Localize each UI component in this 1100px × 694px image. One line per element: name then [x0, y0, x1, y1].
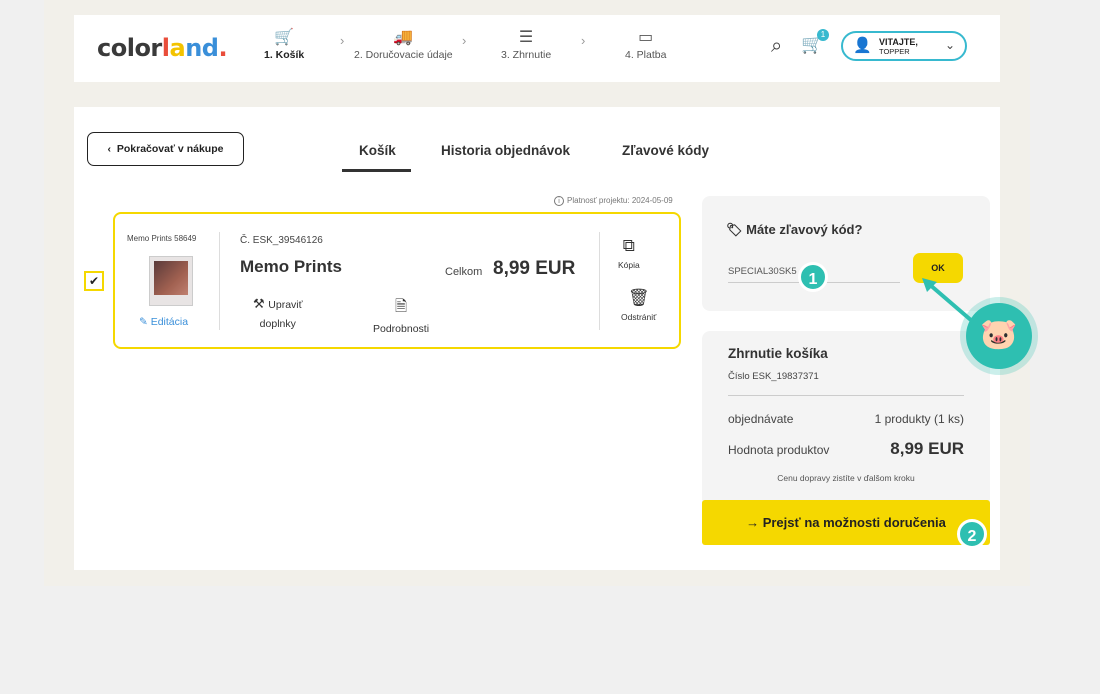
step-cart[interactable]: 🛒 1. Košík	[264, 27, 304, 61]
item-title: Memo Prints	[240, 257, 343, 276]
hammer-icon: ⚒	[253, 296, 269, 311]
logo-text: color	[97, 34, 162, 62]
info-icon: i	[554, 196, 564, 206]
project-validity: i Platnosť projektu: 2024-05-09	[554, 196, 673, 206]
tag-icon: 🏷	[726, 222, 747, 237]
logo-text: l	[161, 34, 170, 62]
card-icon: ▭	[638, 29, 654, 46]
delete-label: Odstrániť	[621, 312, 657, 322]
cart-icon: 🛒	[274, 29, 295, 46]
edit-link[interactable]: ✎ Editácia	[139, 316, 188, 328]
step-badge-2: 2	[957, 519, 987, 549]
user-name: TOPPER	[879, 47, 910, 56]
chevron-left-icon: ‹	[107, 143, 117, 155]
validity-text: Platnosť projektu: 2024-05-09	[567, 196, 673, 205]
item-total-label: Celkom	[445, 266, 483, 278]
tab-cart[interactable]: Košík	[359, 143, 396, 158]
addons-label: doplnky	[259, 318, 296, 330]
list-icon: ☰	[518, 29, 534, 46]
summary-items-label: objednávate	[728, 412, 794, 426]
item-select-checkbox[interactable]: ✔	[84, 271, 104, 291]
addons-label: Upraviť	[268, 299, 303, 311]
step-summary[interactable]: ☰ 3. Zhrnutie	[501, 27, 551, 61]
divider	[728, 395, 964, 396]
user-icon: 👤	[853, 37, 872, 54]
copy-icon: ⧉	[622, 236, 635, 255]
truck-icon: 🚚	[393, 29, 414, 46]
continue-shopping-label: Pokračovať v nákupe	[116, 143, 224, 155]
edit-addons-button[interactable]: ⚒ Upraviť doplnky	[253, 296, 303, 330]
top-header: colorland. 🛒 1. Košík › 🚚 2. Doručovacie…	[74, 15, 1000, 82]
summary-title: Zhrnutie košíka	[728, 346, 828, 361]
document-icon: 🗎	[394, 298, 408, 315]
summary-value-amount: 8,99 EUR	[890, 439, 964, 458]
logo-text: a	[169, 34, 186, 62]
cart-panel: ‹ Pokračovať v nákupe Košík Historia obj…	[74, 107, 1000, 570]
pencil-icon: ✎	[139, 316, 151, 328]
proceed-to-delivery-button[interactable]: → Prejsť na možnosti doručenia	[702, 500, 990, 545]
step-delivery[interactable]: 🚚 2. Doručovacie údaje	[354, 27, 453, 61]
step-payment[interactable]: ▭ 4. Platba	[625, 27, 666, 61]
chevron-right-icon: ›	[462, 33, 467, 48]
user-menu[interactable]: 👤 VITAJTE, TOPPER ⌄	[841, 31, 967, 61]
summary-items-value: 1 produkty (1 ks)	[874, 412, 964, 426]
user-greeting: VITAJTE,	[879, 37, 918, 47]
edit-label: Editácia	[150, 316, 189, 328]
chevron-right-icon: ›	[581, 33, 586, 48]
item-total-value: 8,99 EUR	[493, 258, 576, 279]
divider	[219, 232, 220, 330]
summary-cart-number: Číslo ESK_19837371	[728, 371, 819, 382]
chevron-right-icon: ›	[340, 33, 345, 48]
piggy-bank-icon: 🐷	[960, 297, 1038, 375]
step-label: 4. Platba	[625, 49, 667, 61]
continue-shopping-button[interactable]: ‹ Pokračovať v nákupe	[87, 132, 244, 166]
step-label: 2. Doručovacie údaje	[354, 49, 453, 61]
cart-count-badge: 1	[817, 29, 829, 41]
step-label: 1. Košík	[264, 49, 305, 61]
active-tab-indicator	[342, 169, 411, 172]
details-label: Podrobnosti	[373, 323, 430, 335]
chevron-down-icon: ⌄	[944, 38, 955, 52]
step-badge-1: 1	[798, 262, 828, 292]
logo-text: nd	[185, 34, 219, 62]
summary-value-label: Hodnota produktov	[728, 443, 830, 457]
item-order-number: Č. ESK_39546126	[240, 235, 323, 246]
delete-button[interactable]: 🗑 Odstrániť	[621, 288, 656, 322]
copy-label: Kópia	[618, 260, 640, 270]
tab-discount-codes[interactable]: Zľavové kódy	[622, 143, 709, 158]
details-button[interactable]: 🗎 Podrobnosti	[373, 296, 429, 335]
search-icon[interactable]: ⌕	[771, 35, 782, 58]
logo-text: .	[218, 34, 228, 62]
product-thumbnail	[149, 256, 193, 306]
tab-order-history[interactable]: Historia objednávok	[441, 143, 570, 158]
copy-button[interactable]: ⧉ Kópia	[618, 236, 640, 270]
coupon-box: 🏷 Máte zľavový kód? OK 1	[702, 196, 990, 323]
cart-item: Memo Prints 58649 ✎ Editácia Č. ESK_3954…	[113, 212, 681, 349]
coupon-title: 🏷 Máte zľavový kód?	[726, 222, 862, 238]
shipping-note: Cenu dopravy zistíte v ďalšom kroku	[777, 473, 915, 483]
divider	[599, 232, 600, 330]
cart-summary: Zhrnutie košíka Číslo ESK_19837371 objed…	[702, 331, 990, 549]
item-small-name: Memo Prints 58649	[127, 234, 197, 243]
coupon-title-text: Máte zľavový kód?	[746, 222, 863, 237]
colorland-logo[interactable]: colorland.	[97, 34, 228, 62]
step-label: 3. Zhrnutie	[501, 49, 552, 61]
trash-icon: 🗑	[627, 288, 650, 307]
